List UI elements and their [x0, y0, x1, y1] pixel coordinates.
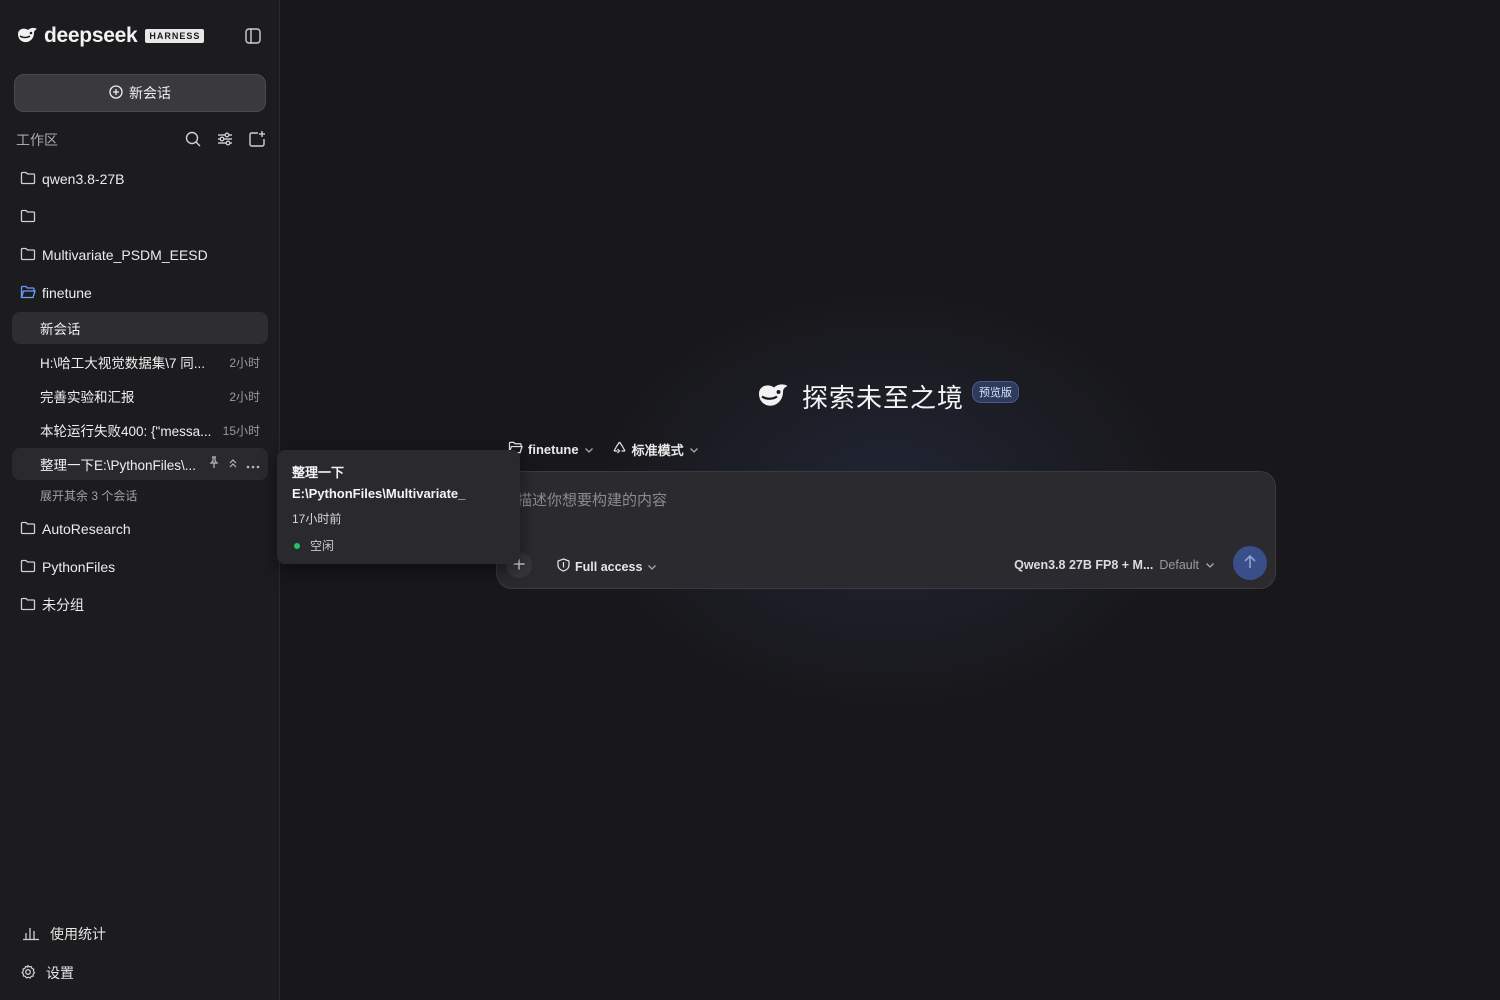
folder-icon	[20, 247, 36, 264]
mode-selector[interactable]: 标准模式	[612, 440, 699, 459]
archive-up-icon[interactable]	[228, 457, 238, 472]
model-label: Qwen3.8 27B FP8 + M...	[1014, 558, 1154, 572]
session-time: 2小时	[229, 355, 260, 370]
folder-item[interactable]: PythonFiles	[20, 557, 115, 577]
more-icon[interactable]	[246, 457, 260, 472]
settings-link[interactable]: 设置	[20, 963, 74, 983]
folder-label: Multivariate_PSDM_EESD	[42, 247, 208, 263]
composer: 描述你想要构建的内容 Full access Qwen3.8 27B FP8 +…	[496, 471, 1276, 589]
folder-icon	[20, 559, 36, 576]
new-folder-icon[interactable]	[248, 130, 266, 148]
session-title: 完善实验和汇报	[40, 390, 135, 405]
tooltip-status: 空闲	[292, 537, 505, 554]
send-button[interactable]	[1233, 546, 1267, 580]
session-item[interactable]: 完善实验和汇报 2小时	[12, 380, 268, 412]
usage-stats-label: 使用统计	[50, 926, 106, 942]
settings-label: 设置	[46, 965, 74, 981]
context-row: finetune 标准模式	[508, 440, 699, 458]
session-item[interactable]: H:\哈工大视觉数据集\7 同... 2小时	[12, 346, 268, 378]
bar-chart-icon	[22, 925, 40, 944]
gear-icon	[20, 964, 36, 983]
usage-stats-link[interactable]: 使用统计	[22, 924, 106, 944]
recycle-icon	[612, 440, 627, 458]
hero-title: 探索未至之境	[802, 382, 965, 413]
folder-label: qwen3.8-27B	[42, 171, 125, 187]
workspace-label: 工作区	[16, 132, 58, 148]
folder-item[interactable]: 未分组	[20, 595, 84, 615]
access-label: Full access	[575, 559, 643, 574]
folder-label: 未分组	[42, 597, 84, 613]
chevron-down-icon	[689, 442, 699, 457]
tooltip-title-line1: 整理一下	[292, 465, 345, 480]
session-item-hovered[interactable]: 整理一下E:\PythonFiles\...	[12, 448, 268, 480]
chevron-down-icon	[647, 560, 657, 574]
model-variant-label: Default	[1159, 558, 1199, 572]
whale-logo-icon	[756, 380, 792, 413]
project-selector[interactable]: finetune	[508, 441, 594, 457]
status-label: 空闲	[310, 539, 335, 553]
arrow-up-icon	[1243, 554, 1257, 573]
hero-heading: 探索未至之境 预览版	[756, 377, 1020, 415]
plus-circle-icon	[109, 84, 123, 102]
model-selector[interactable]: Qwen3.8 27B FP8 + M... Default	[1014, 558, 1215, 572]
search-icon[interactable]	[184, 130, 202, 148]
folder-label: finetune	[42, 285, 92, 301]
tooltip-time: 17小时前	[292, 512, 342, 526]
prompt-input[interactable]: 描述你想要构建的内容	[517, 489, 667, 510]
project-label: finetune	[528, 441, 579, 457]
filter-icon[interactable]	[216, 130, 234, 148]
status-dot-icon	[294, 542, 300, 549]
chevron-down-icon	[1205, 558, 1215, 572]
brand-logo[interactable]: deepseek HARNESS	[16, 24, 205, 48]
session-title: 本轮运行失败400: {"messa...	[40, 424, 212, 439]
session-tooltip: 整理一下 E:\PythonFiles\Multivariate_ 17小时前 …	[277, 450, 520, 564]
mode-label: 标准模式	[631, 442, 684, 458]
preview-badge: 预览版	[972, 381, 1020, 403]
folder-item[interactable]	[20, 207, 42, 227]
session-title: H:\哈工大视觉数据集\7 同...	[40, 356, 206, 371]
pin-icon[interactable]	[208, 456, 220, 472]
folder-icon	[20, 597, 36, 614]
tooltip-title-line2: E:\PythonFiles\Multivariate_	[292, 486, 466, 501]
harness-badge: HARNESS	[145, 29, 205, 43]
folder-open-icon	[20, 285, 36, 302]
folder-icon	[20, 521, 36, 538]
session-item[interactable]: 本轮运行失败400: {"messa... 15小时	[12, 414, 268, 446]
folder-item[interactable]: AutoResearch	[20, 519, 131, 539]
session-item[interactable]: 新会话	[12, 312, 268, 344]
session-time: 15小时	[222, 423, 260, 438]
expand-more-sessions[interactable]: 展开其余 3 个会话	[40, 487, 137, 504]
folder-icon	[20, 171, 36, 188]
folder-item-open[interactable]: finetune	[20, 283, 92, 303]
shield-icon	[557, 558, 570, 575]
whale-logo-icon	[16, 25, 40, 48]
chevron-down-icon	[584, 442, 594, 457]
folder-label: PythonFiles	[42, 559, 116, 575]
session-time: 2小时	[229, 389, 260, 404]
brand-name: deepseek	[44, 24, 138, 47]
folder-item[interactable]: qwen3.8-27B	[20, 169, 125, 189]
folder-label: AutoResearch	[42, 521, 131, 537]
sidebar-toggle-icon[interactable]	[244, 27, 262, 45]
access-selector[interactable]: Full access	[557, 558, 657, 575]
folder-icon	[20, 209, 36, 226]
new-chat-button[interactable]: 新会话	[14, 74, 266, 112]
session-title: 整理一下E:\PythonFiles\...	[40, 458, 197, 473]
session-title: 新会话	[40, 322, 81, 337]
folder-item[interactable]: Multivariate_PSDM_EESD	[20, 245, 208, 265]
new-chat-label: 新会话	[129, 85, 171, 101]
sidebar: deepseek HARNESS 新会话 工作区 qwen3.8-27B Mul…	[0, 0, 280, 1000]
workspace-header: 工作区	[16, 130, 266, 150]
